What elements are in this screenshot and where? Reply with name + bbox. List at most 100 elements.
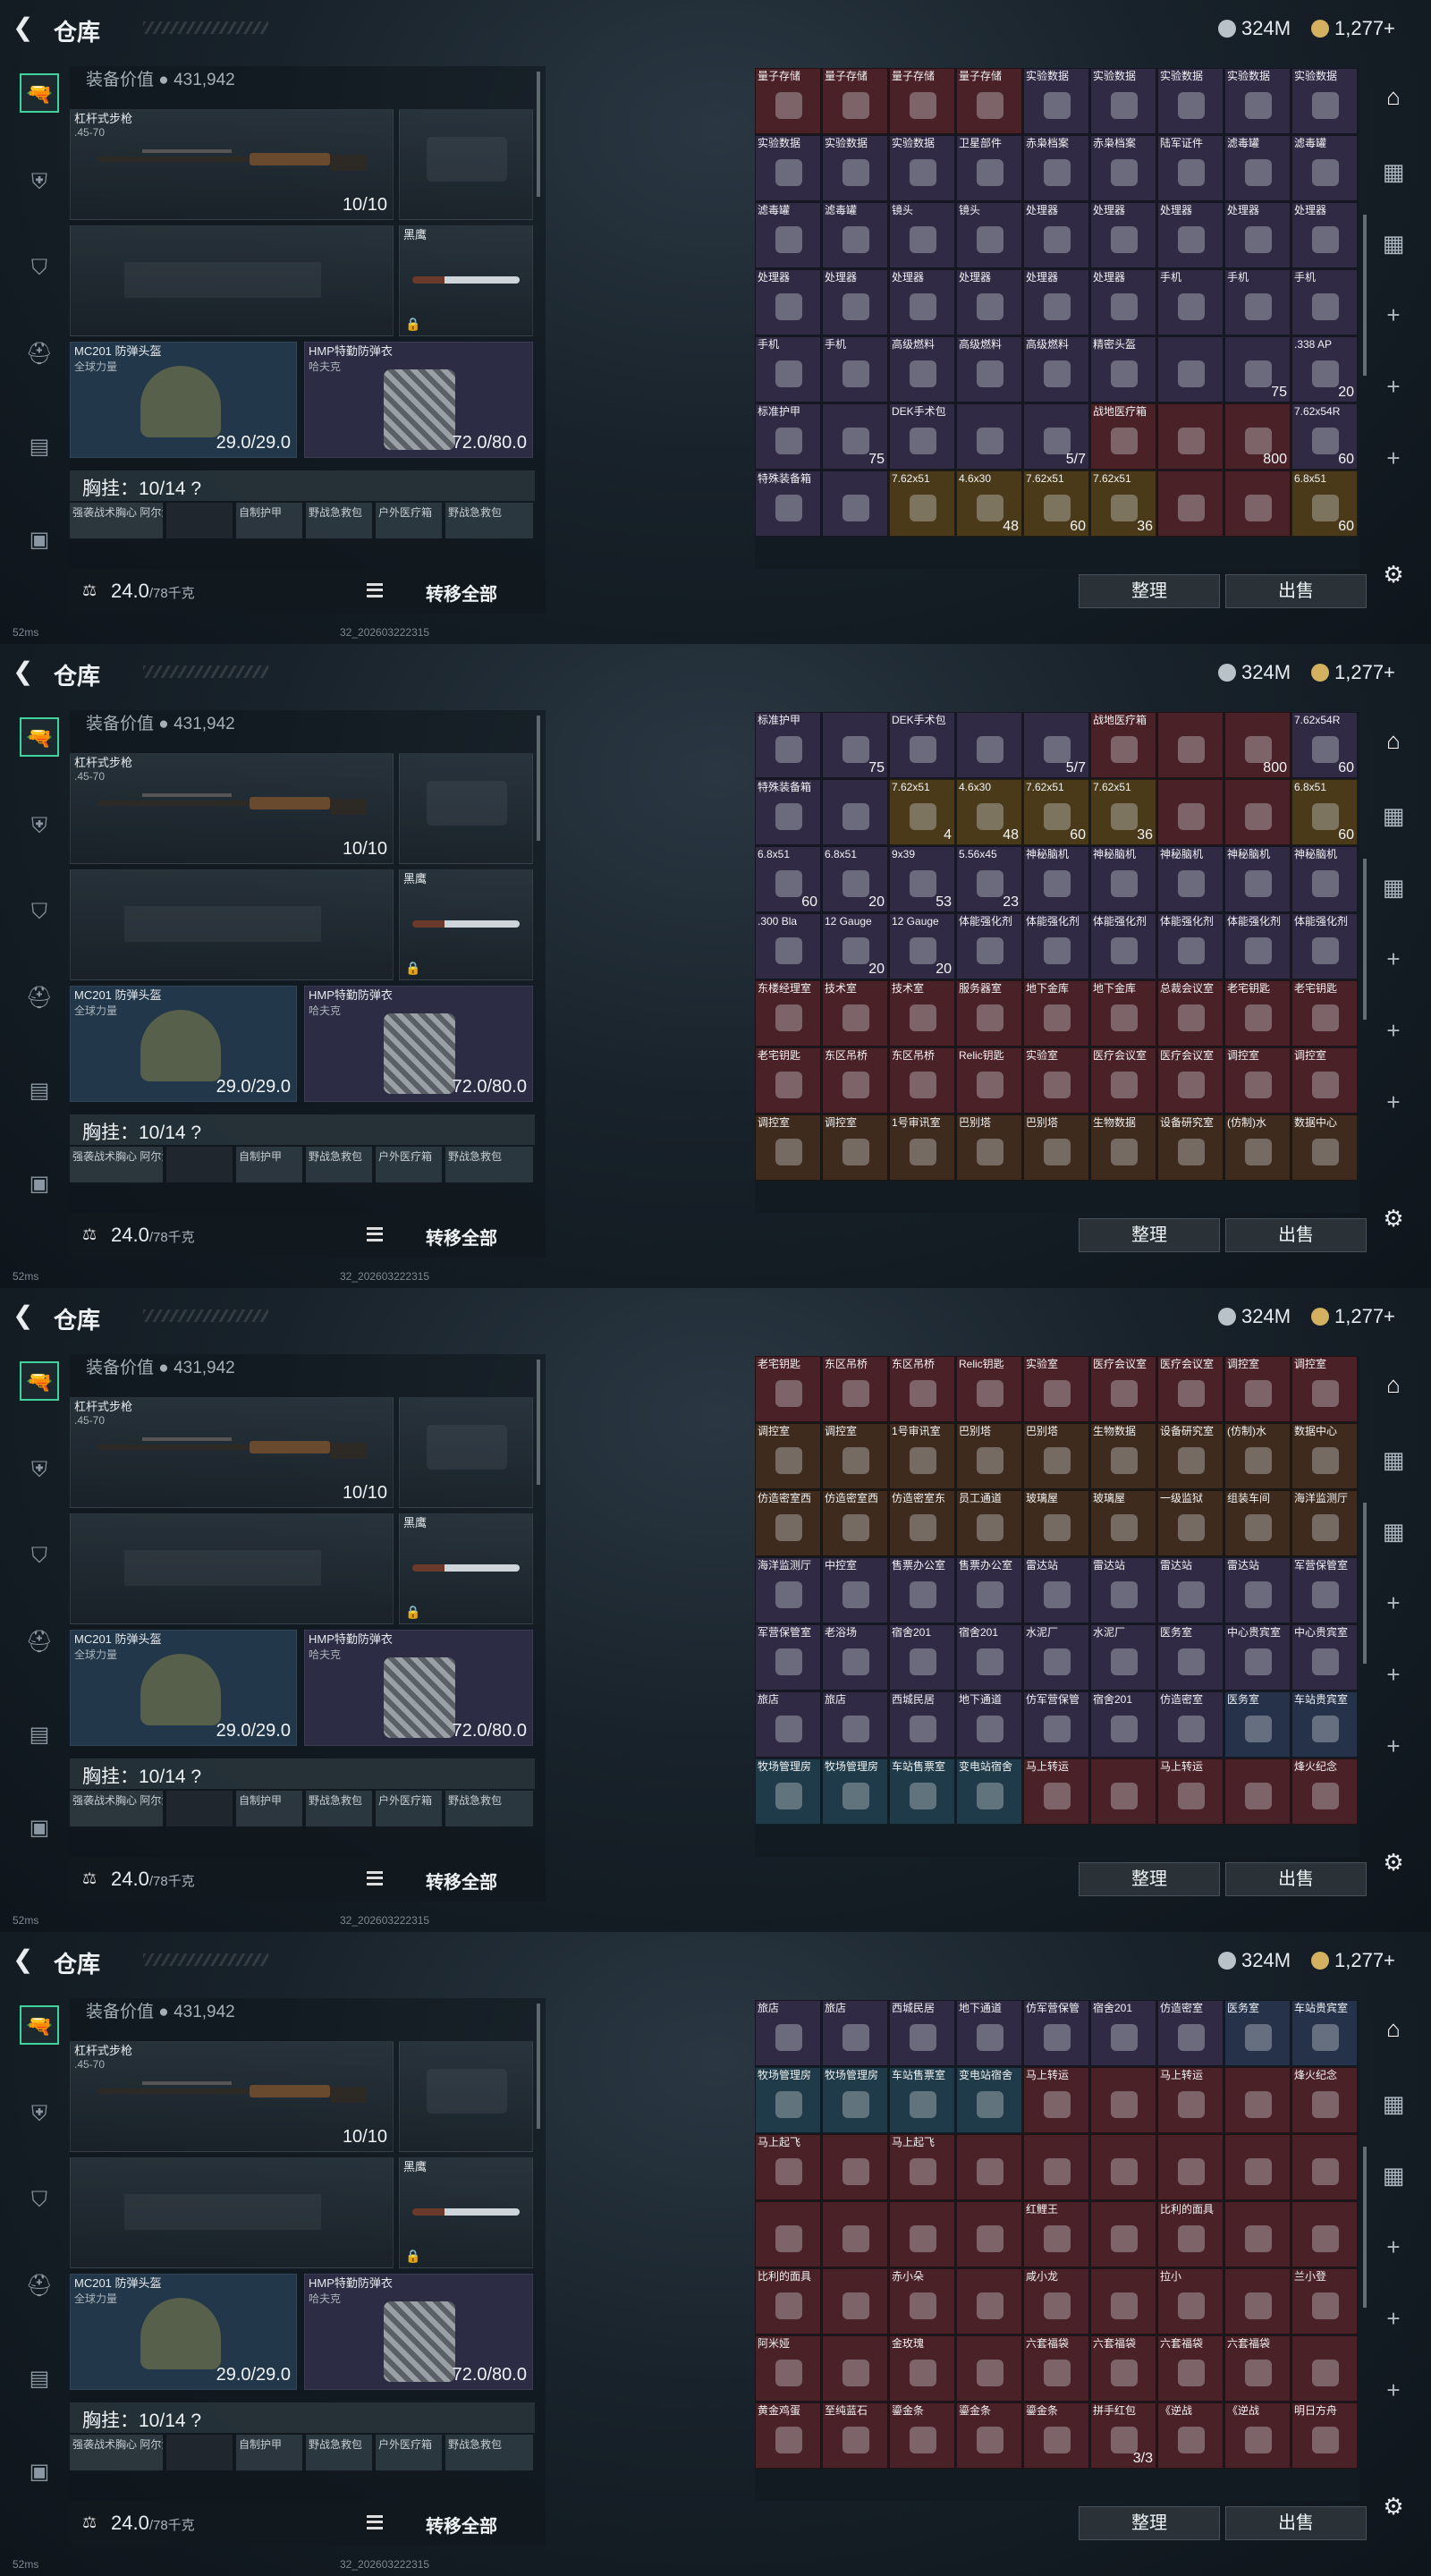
- storage-item[interactable]: 特殊装备箱: [755, 779, 821, 845]
- storage-item[interactable]: 设备研究室: [1157, 1114, 1224, 1181]
- pouch-slot[interactable]: 户外医疗箱: [376, 503, 442, 538]
- helmet-slot[interactable]: MC201 防弹头盔 全球力量 29.0/29.0: [70, 2274, 297, 2390]
- storage-item[interactable]: [822, 2134, 888, 2200]
- storage-item[interactable]: 明日方舟: [1291, 2402, 1358, 2469]
- gear-icon[interactable]: ⚙: [1376, 1844, 1411, 1880]
- storage-item[interactable]: 仿造密室: [1157, 2000, 1224, 2066]
- storage-item[interactable]: [1090, 1758, 1156, 1825]
- back-arrow-icon[interactable]: ❮: [13, 1946, 39, 1973]
- storage-item[interactable]: 7.62x51 60: [1023, 470, 1089, 537]
- storage-item[interactable]: 西城民居: [889, 1691, 955, 1758]
- storage-item[interactable]: 实验数据: [1291, 68, 1358, 134]
- storage-item[interactable]: 医疗会议室: [1157, 1047, 1224, 1114]
- storage-item[interactable]: 高级燃料: [1023, 336, 1089, 402]
- pouch-slot[interactable]: [166, 2435, 233, 2470]
- vest-slot[interactable]: HMP特勤防弹衣 哈夫克 72.0/80.0: [304, 1630, 533, 1746]
- toolbox-icon[interactable]: ▣: [20, 2453, 59, 2492]
- warehouse-icon[interactable]: ⌂: [1376, 79, 1411, 114]
- armor-icon[interactable]: ⛨: [20, 807, 59, 846]
- storage-item[interactable]: 实验数据: [1157, 68, 1224, 134]
- chest-rig-bar[interactable]: 胸挂：10/14 ?: [70, 2402, 535, 2433]
- storage-item[interactable]: 黄金鸡蛋: [755, 2402, 821, 2469]
- storage-item[interactable]: 体能强化剂: [1157, 913, 1224, 979]
- storage-item[interactable]: 地下通道: [956, 2000, 1022, 2066]
- storage-item[interactable]: 5/7: [1023, 712, 1089, 778]
- list-icon[interactable]: [367, 1227, 383, 1241]
- storage-tab-icon[interactable]: ▦: [1376, 798, 1411, 834]
- storage-item[interactable]: 7.62x54R 60: [1291, 712, 1358, 778]
- storage-item[interactable]: 12 Gauge 20: [889, 913, 955, 979]
- sell-button[interactable]: 出售: [1225, 2506, 1367, 2540]
- storage-item[interactable]: 宿舍201: [1090, 2000, 1156, 2066]
- storage-item[interactable]: 地下金库: [1090, 980, 1156, 1046]
- storage-item[interactable]: 体能强化剂: [1224, 913, 1291, 979]
- pouch-slot[interactable]: 野战急救包: [306, 1791, 372, 1826]
- storage-item[interactable]: 玻璃屋: [1090, 1490, 1156, 1556]
- gun-icon[interactable]: 🔫: [20, 2005, 59, 2045]
- storage-item[interactable]: 手机: [1224, 269, 1291, 335]
- storage-item[interactable]: 1号审讯室: [889, 1423, 955, 1489]
- storage-item[interactable]: 比利的面具: [1157, 2201, 1224, 2267]
- storage-item[interactable]: 7.62x51 4: [889, 779, 955, 845]
- storage-item[interactable]: 马上转运: [1023, 1758, 1089, 1825]
- equipment-scrollbar[interactable]: [537, 1360, 540, 1485]
- storage-item[interactable]: [1224, 779, 1291, 845]
- storage-item[interactable]: [1157, 779, 1224, 845]
- add-tab-icon[interactable]: +: [1376, 1657, 1411, 1692]
- toolbox-icon[interactable]: ▣: [20, 1165, 59, 1204]
- storage-item[interactable]: 实验室: [1023, 1356, 1089, 1422]
- storage-item[interactable]: 巴别塔: [956, 1114, 1022, 1181]
- storage-item[interactable]: 滤毒罐: [1291, 135, 1358, 201]
- backpack-icon[interactable]: ⛉: [20, 893, 59, 932]
- storage-item[interactable]: 量子存储: [956, 68, 1022, 134]
- secondary-weapon-slot[interactable]: [70, 225, 394, 336]
- storage-item[interactable]: 神秘脑机: [1157, 846, 1224, 912]
- pouch-slot[interactable]: 野战急救包: [306, 2435, 372, 2470]
- storage-item[interactable]: 赤枭档案: [1090, 135, 1156, 201]
- storage-item[interactable]: 体能强化剂: [1291, 913, 1358, 979]
- storage-item[interactable]: 东区吊桥: [889, 1047, 955, 1114]
- storage-item[interactable]: 旅店: [822, 1691, 888, 1758]
- storage-item[interactable]: [1291, 2335, 1358, 2402]
- storage-item[interactable]: 仿造密室西: [822, 1490, 888, 1556]
- storage-item[interactable]: 鎏金条: [956, 2402, 1022, 2469]
- storage-item[interactable]: 处理器: [1023, 202, 1089, 268]
- storage-item[interactable]: 体能强化剂: [1090, 913, 1156, 979]
- storage-item[interactable]: 军营保管室: [755, 1624, 821, 1690]
- storage-item[interactable]: 800: [1224, 403, 1291, 470]
- sort-button[interactable]: 整理: [1079, 1218, 1220, 1252]
- storage-item[interactable]: [822, 779, 888, 845]
- pouch-slot[interactable]: 户外医疗箱: [376, 1791, 442, 1826]
- add-tab-icon[interactable]: +: [1376, 1585, 1411, 1621]
- storage-item[interactable]: [956, 2134, 1022, 2200]
- storage-item[interactable]: 至纯蓝石: [822, 2402, 888, 2469]
- storage-item[interactable]: 5.56x45 23: [956, 846, 1022, 912]
- storage-item[interactable]: 海洋监测厅: [755, 1557, 821, 1623]
- sort-button[interactable]: 整理: [1079, 2506, 1220, 2540]
- sort-button[interactable]: 整理: [1079, 574, 1220, 608]
- transfer-all-button[interactable]: 转移全部: [426, 580, 497, 606]
- storage-item[interactable]: 6.8x51 60: [1291, 779, 1358, 845]
- pouch-slot[interactable]: 强袭战术胸心 阿尔法: [70, 2435, 163, 2470]
- storage-item[interactable]: 东区吊桥: [889, 1356, 955, 1422]
- equipment-scrollbar[interactable]: [537, 72, 540, 197]
- melee-slot[interactable]: 黑鹰 🔒: [399, 225, 533, 336]
- storage-item[interactable]: 实验数据: [1090, 68, 1156, 134]
- storage-item[interactable]: 水泥厂: [1090, 1624, 1156, 1690]
- pouch-slot[interactable]: 强袭战术胸心 阿尔法: [70, 1791, 163, 1826]
- storage-item[interactable]: 7.62x54R 60: [1291, 403, 1358, 470]
- case-icon[interactable]: ▤: [20, 2360, 59, 2399]
- storage-item[interactable]: 体能强化剂: [1023, 913, 1089, 979]
- pouch-slot[interactable]: 野战急救包: [445, 503, 533, 538]
- storage-item[interactable]: [1291, 2134, 1358, 2200]
- storage-item[interactable]: [956, 712, 1022, 778]
- secondary-weapon-slot[interactable]: [70, 869, 394, 980]
- warehouse-icon[interactable]: ⌂: [1376, 723, 1411, 758]
- pouch-slot[interactable]: 强袭战术胸心 阿尔法: [70, 503, 163, 538]
- storage-item[interactable]: 12 Gauge 20: [822, 913, 888, 979]
- primary-weapon-slot[interactable]: 杠杆式步枪 .45-70 10/10: [70, 2041, 394, 2152]
- storage-item[interactable]: 车站贵宾室: [1291, 1691, 1358, 1758]
- storage-item[interactable]: 仿军营保管: [1023, 1691, 1089, 1758]
- transfer-all-button[interactable]: 转移全部: [426, 2512, 497, 2538]
- storage-tab-icon[interactable]: ▦: [1376, 2086, 1411, 2122]
